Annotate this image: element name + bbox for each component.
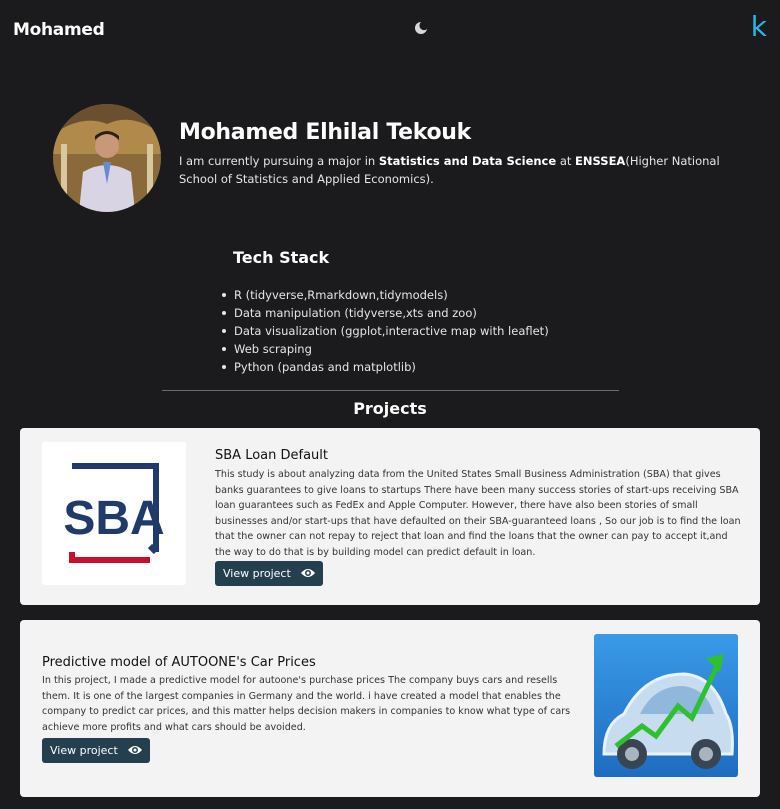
list-item: Web scraping <box>222 340 549 358</box>
view-project-button[interactable]: View project <box>42 738 150 763</box>
eye-icon <box>128 746 142 754</box>
sba-logo: SBA <box>42 442 186 585</box>
list-item: Python (pandas and matplotlib) <box>222 358 549 376</box>
list-item: Data manipulation (tidyverse,xts and zoo… <box>222 304 549 322</box>
project-card-sba: SBA SBA Loan Default This study is about… <box>20 428 760 605</box>
divider <box>162 390 619 391</box>
brand-name[interactable]: Mohamed <box>13 20 105 40</box>
project-description: This study is about analyzing data from … <box>215 469 741 558</box>
list-item: R (tidyverse,Rmarkdown,tidymodels) <box>222 286 549 304</box>
project-card-autoone: Predictive model of AUTOONE's Car Prices… <box>20 620 760 797</box>
profile-bio: I am currently pursuing a major in Stati… <box>179 154 720 186</box>
svg-text:SBA: SBA <box>63 492 164 545</box>
project-description: In this project, I made a predictive mod… <box>42 675 571 733</box>
navbar: Mohamed k <box>0 0 780 60</box>
profile-section: Mohamed Elhilal Tekouk I am currently pu… <box>53 104 753 214</box>
bio-school: ENSSEA <box>575 154 626 168</box>
project-title: SBA Loan Default <box>215 448 329 463</box>
profile-avatar <box>53 104 161 212</box>
bio-major: Statistics and Data Science <box>378 154 557 168</box>
button-label: View project <box>223 567 291 580</box>
k-logo-icon[interactable]: k <box>751 13 767 41</box>
tech-stack-title: Tech Stack <box>233 248 330 267</box>
projects-title: Projects <box>353 399 427 418</box>
tech-stack-list: R (tidyverse,Rmarkdown,tidymodels) Data … <box>222 286 549 376</box>
button-label: View project <box>50 744 118 757</box>
moon-icon[interactable] <box>413 20 429 36</box>
view-project-button[interactable]: View project <box>215 561 323 586</box>
eye-icon <box>301 569 315 577</box>
profile-name: Mohamed Elhilal Tekouk <box>179 120 471 145</box>
list-item: Data visualization (ggplot,interactive m… <box>222 324 549 338</box>
car-growth-image <box>594 634 738 777</box>
project-title: Predictive model of AUTOONE's Car Prices <box>42 655 316 670</box>
